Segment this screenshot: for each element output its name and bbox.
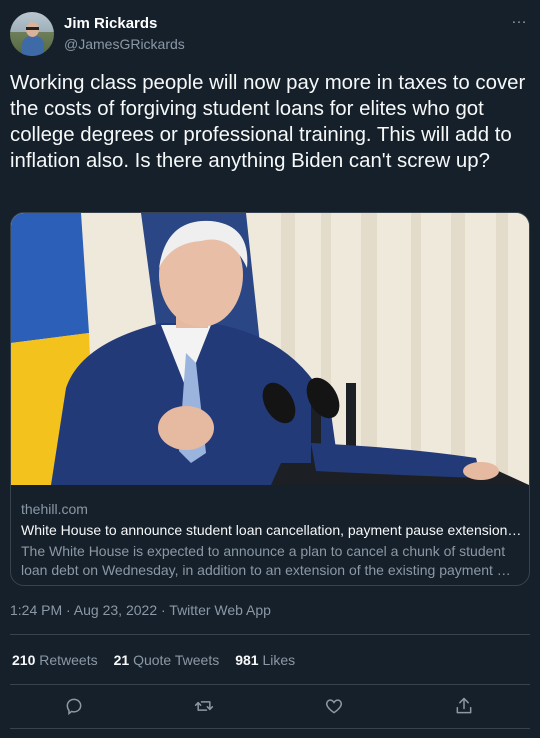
avatar[interactable] <box>10 12 54 56</box>
likes-label: Likes <box>262 652 296 668</box>
divider <box>10 684 530 685</box>
card-domain: thehill.com <box>21 501 88 517</box>
likes-stat[interactable]: 981 Likes <box>235 652 295 668</box>
tweet: Jim Rickards @JamesGRickards … Working c… <box>0 0 540 738</box>
divider <box>10 634 530 635</box>
tweet-stats: 210 Retweets 21 Quote Tweets 981 Likes <box>12 652 295 668</box>
quotes-count: 21 <box>113 652 130 668</box>
like-icon[interactable] <box>318 690 350 722</box>
retweets-label: Retweets <box>39 652 98 668</box>
link-card[interactable]: thehill.com White House to announce stud… <box>10 212 530 586</box>
retweets-count: 210 <box>12 652 36 668</box>
card-image <box>11 213 529 485</box>
quotes-stat[interactable]: 21 Quote Tweets <box>114 652 220 668</box>
tweet-text: Working class people will now pay more i… <box>10 72 526 172</box>
author-handle[interactable]: @JamesGRickards <box>64 36 185 52</box>
retweet-icon[interactable] <box>188 690 220 722</box>
divider <box>10 728 530 729</box>
likes-count: 981 <box>235 652 259 668</box>
card-description: The White House is expected to announce … <box>21 543 511 578</box>
retweets-stat[interactable]: 210 Retweets <box>12 652 98 668</box>
author-name[interactable]: Jim Rickards <box>64 15 157 32</box>
tweet-timestamp[interactable]: 1:24 PM · Aug 23, 2022 · Twitter Web App <box>10 602 271 618</box>
reply-icon[interactable] <box>58 690 90 722</box>
action-bar <box>0 690 540 722</box>
more-options-icon[interactable]: … <box>511 10 528 28</box>
card-title[interactable]: White House to announce student loan can… <box>21 522 521 538</box>
share-icon[interactable] <box>448 690 480 722</box>
quotes-label: Quote Tweets <box>133 652 220 668</box>
